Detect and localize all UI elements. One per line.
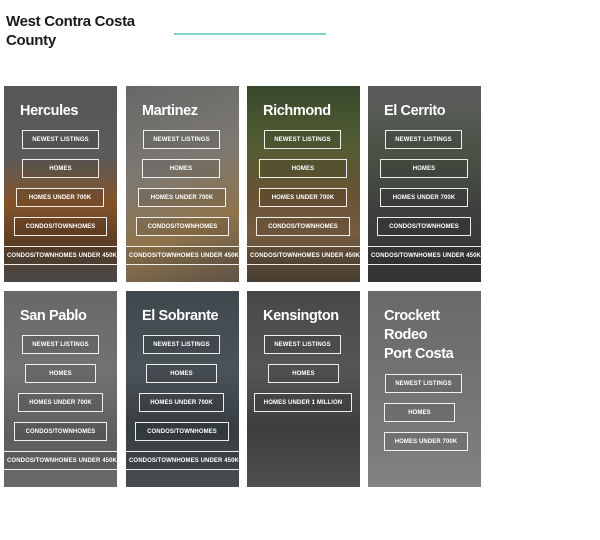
homes-button[interactable]: HOMES [146,364,217,383]
city-card-kensington: Kensington NEWEST LISTINGS HOMES HOMES U… [247,291,360,487]
homes-under-1-million-button[interactable]: HOMES UNDER 1 MILLION [254,393,352,412]
newest-listings-button[interactable]: NEWEST LISTINGS [22,335,99,354]
newest-listings-button[interactable]: NEWEST LISTINGS [264,130,341,149]
condos-townhomes-button[interactable]: CONDOS/TOWNHOMES [14,217,107,236]
newest-listings-button[interactable]: NEWEST LISTINGS [264,335,341,354]
city-card-hercules: Hercules NEWEST LISTINGS HOMES HOMES UND… [4,86,117,282]
city-name: El Sobrante [142,308,219,324]
homes-button[interactable]: HOMES [142,159,220,178]
homes-button[interactable]: HOMES [259,159,347,178]
homes-button[interactable]: HOMES [25,364,96,383]
homes-under-700k-button[interactable]: HOMES UNDER 700K [380,188,468,207]
city-name: Crockett Rodeo Port Costa [384,308,454,362]
condos-townhomes-under-450k-button[interactable]: CONDOS/TOWNHOMES UNDER 450K [4,451,117,470]
homes-under-700k-button[interactable]: HOMES UNDER 700K [384,432,468,451]
condos-townhomes-button[interactable]: CONDOS/TOWNHOMES [14,422,107,441]
condos-townhomes-button[interactable]: CONDOS/TOWNHOMES [256,217,350,236]
homes-under-700k-button[interactable]: HOMES UNDER 700K [139,393,224,412]
condos-townhomes-button[interactable]: CONDOS/TOWNHOMES [377,217,471,236]
condos-townhomes-under-450k-button[interactable]: CONDOS/TOWNHOMES UNDER 450K [247,246,360,265]
city-card-el-sobrante: El Sobrante NEWEST LISTINGS HOMES HOMES … [126,291,239,487]
city-card-richmond: Richmond NEWEST LISTINGS HOMES HOMES UND… [247,86,360,282]
newest-listings-button[interactable]: NEWEST LISTINGS [143,335,220,354]
newest-listings-button[interactable]: NEWEST LISTINGS [22,130,99,149]
condos-townhomes-under-450k-button[interactable]: CONDOS/TOWNHOMES UNDER 450K [126,451,239,470]
page-title: West Contra Costa County [6,13,135,49]
city-card-el-cerrito: El Cerrito NEWEST LISTINGS HOMES HOMES U… [368,86,481,282]
condos-townhomes-under-450k-button[interactable]: CONDOS/TOWNHOMES UNDER 450K [368,246,481,265]
title-underline [174,33,326,35]
condos-townhomes-button[interactable]: CONDOS/TOWNHOMES [136,217,229,236]
homes-under-700k-button[interactable]: HOMES UNDER 700K [259,188,347,207]
condos-townhomes-under-450k-button[interactable]: CONDOS/TOWNHOMES UNDER 450K [126,246,239,265]
city-card-crockett-rodeo-port-costa: Crockett Rodeo Port Costa NEWEST LISTING… [368,291,481,487]
homes-button[interactable]: HOMES [384,403,455,422]
city-card-martinez: Martinez NEWEST LISTINGS HOMES HOMES UND… [126,86,239,282]
condos-townhomes-button[interactable]: CONDOS/TOWNHOMES [135,422,229,441]
condos-townhomes-under-450k-button[interactable]: CONDOS/TOWNHOMES UNDER 450K [4,246,117,265]
homes-button[interactable]: HOMES [380,159,468,178]
city-name: Richmond [263,103,331,119]
city-name: San Pablo [20,308,87,324]
homes-under-700k-button[interactable]: HOMES UNDER 700K [138,188,226,207]
newest-listings-button[interactable]: NEWEST LISTINGS [385,374,462,393]
city-name: El Cerrito [384,103,446,119]
city-name: Kensington [263,308,339,324]
city-name: Hercules [20,103,79,119]
homes-button[interactable]: HOMES [268,364,339,383]
newest-listings-button[interactable]: NEWEST LISTINGS [385,130,462,149]
homes-button[interactable]: HOMES [22,159,99,178]
city-card-san-pablo: San Pablo NEWEST LISTINGS HOMES HOMES UN… [4,291,117,487]
newest-listings-button[interactable]: NEWEST LISTINGS [143,130,220,149]
homes-under-700k-button[interactable]: HOMES UNDER 700K [16,188,104,207]
city-name: Martinez [142,103,198,119]
homes-under-700k-button[interactable]: HOMES UNDER 700K [18,393,103,412]
